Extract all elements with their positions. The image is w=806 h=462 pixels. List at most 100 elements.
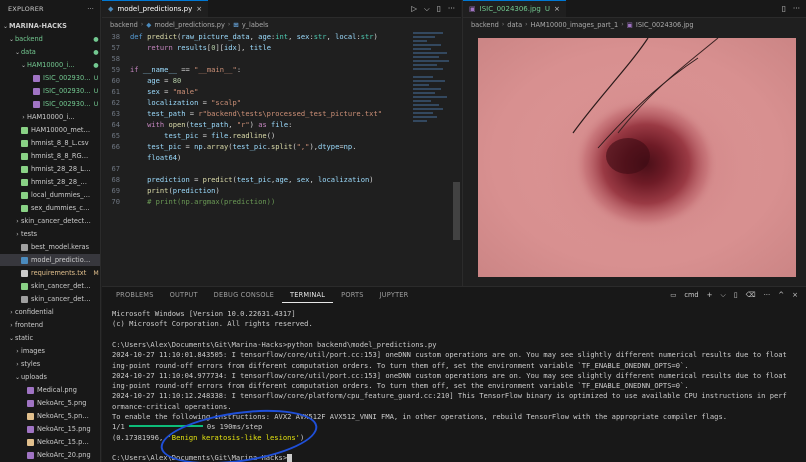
- editor-actions: ▷ ⌵ ▯ ···: [411, 0, 461, 17]
- minimap-line: [413, 48, 431, 50]
- close-panel-icon[interactable]: ×: [792, 291, 798, 299]
- shell-name[interactable]: cmd: [684, 291, 698, 299]
- file-item[interactable]: local_dummies_col...: [0, 189, 100, 201]
- file-item[interactable]: hmnist_8_8_L.csv: [0, 137, 100, 149]
- breadcrumb-item[interactable]: y_labels: [242, 21, 269, 29]
- folder-item[interactable]: ⌄ static: [0, 332, 100, 344]
- file-item[interactable]: ISIC_002930... U: [0, 98, 100, 110]
- tab-problems[interactable]: PROBLEMS: [108, 287, 162, 303]
- file-item[interactable]: hmnist_28_28_RGB...: [0, 176, 100, 188]
- folder-item[interactable]: ⌄ HAM10000_i... ●: [0, 59, 100, 71]
- split-editor-icon[interactable]: ▯: [782, 4, 786, 13]
- file-item[interactable]: model_predictions.py: [0, 254, 100, 266]
- file-item[interactable]: NekoArc_5.png: [0, 397, 100, 409]
- file-item[interactable]: NekoArc_15.png_...: [0, 436, 100, 448]
- more-actions-icon[interactable]: ···: [764, 291, 771, 299]
- code-area[interactable]: 38 def predict(raw_picture_data, age:int,…: [102, 31, 402, 286]
- terminal-output[interactable]: Microsoft Windows [Version 10.0.22631.43…: [102, 303, 806, 462]
- file-item[interactable]: skin_cancer_detectio...: [0, 280, 100, 292]
- chevron-right-icon: ›: [621, 21, 624, 28]
- breadcrumb-item[interactable]: backend: [471, 21, 499, 29]
- tree-item-label: NekoArc_20.png: [37, 451, 91, 459]
- file-item[interactable]: hmnist_28_28_L.csv: [0, 163, 100, 175]
- tree-item-label: hmnist_28_28_RGB...: [31, 178, 91, 186]
- lesion-image: [478, 38, 796, 277]
- chevron-right-icon: ›: [10, 321, 13, 329]
- tab-isic-image[interactable]: ▣ ISIC_0024306.jpg U ×: [463, 0, 566, 17]
- minimap-line: [413, 36, 435, 38]
- more-actions-icon[interactable]: ···: [793, 4, 800, 13]
- tree-item-label: ISIC_002930...: [43, 100, 91, 108]
- file-item[interactable]: Medical.png: [0, 384, 100, 396]
- terminal-dropdown-icon[interactable]: ⌵: [720, 291, 725, 300]
- tree-item-label: ISIC_002930...: [43, 74, 91, 82]
- file-item[interactable]: NekoArc_5.png_m...: [0, 410, 100, 422]
- run-dropdown-icon[interactable]: ⌵: [424, 4, 430, 14]
- tab-ports[interactable]: PORTS: [333, 287, 371, 303]
- tree-item-label: hmnist_28_28_L.csv: [31, 165, 91, 173]
- file-icon: [27, 425, 34, 433]
- file-item[interactable]: HAM10000_metad...: [0, 124, 100, 136]
- tree-item-label: HAM10000_i...: [27, 61, 75, 69]
- file-item[interactable]: sex_dummies_colu...: [0, 202, 100, 214]
- breadcrumb-item[interactable]: backend: [110, 21, 138, 29]
- tab-terminal[interactable]: TERMINAL: [282, 287, 334, 303]
- tab-debug-console[interactable]: DEBUG CONSOLE: [206, 287, 282, 303]
- folder-item[interactable]: › styles: [0, 358, 100, 370]
- file-item[interactable]: hmnist_8_8_RGB.csv: [0, 150, 100, 162]
- folder-item[interactable]: › images: [0, 345, 100, 357]
- file-item[interactable]: NekoArc_20.png: [0, 449, 100, 461]
- folder-item[interactable]: ⌄ uploads: [0, 371, 100, 383]
- progress-line: 1/1 0s 190ms/step: [112, 422, 262, 432]
- folder-item[interactable]: ⌄ MARINA-HACKS: [0, 20, 100, 32]
- run-icon[interactable]: ▷: [411, 4, 417, 13]
- tree-item-label: static: [15, 334, 34, 342]
- folder-item[interactable]: ⌄ data ●: [0, 46, 100, 58]
- trash-icon[interactable]: ⌫: [746, 291, 756, 299]
- minimap-line: [413, 80, 445, 82]
- minimap[interactable]: [413, 32, 451, 142]
- image-editor-group: ▣ ISIC_0024306.jpg U × ▯ ··· backend › d…: [462, 0, 806, 286]
- close-icon[interactable]: ×: [554, 5, 560, 13]
- tree-item-label: confidential: [15, 308, 54, 316]
- file-item[interactable]: ISIC_002930... U: [0, 85, 100, 97]
- terminal-line: ing-point round-off errors from differen…: [112, 360, 689, 370]
- breadcrumb-item[interactable]: model_predictions.py: [154, 21, 225, 29]
- minimap-line: [413, 108, 443, 110]
- folder-item[interactable]: › frontend: [0, 319, 100, 331]
- file-item[interactable]: best_model.keras: [0, 241, 100, 253]
- file-icon: [27, 399, 34, 407]
- maximize-panel-icon[interactable]: ^: [778, 291, 784, 299]
- tab-output[interactable]: OUTPUT: [162, 287, 206, 303]
- file-item[interactable]: NekoArc_15.png: [0, 423, 100, 435]
- terminal-prompt[interactable]: C:\Users\Alex\Documents\Git\Marina-Hacks…: [112, 453, 293, 462]
- line-number: 66: [111, 142, 120, 151]
- file-item[interactable]: skin_cancer_detectio...: [0, 293, 100, 305]
- split-editor-icon[interactable]: ▯: [437, 4, 441, 13]
- python-file-icon: ◆: [146, 20, 152, 29]
- breadcrumb-item[interactable]: data: [507, 21, 522, 29]
- code-line: 62 localization = "scalp": [102, 97, 241, 108]
- line-number: 70: [111, 197, 120, 206]
- tab-jupyter[interactable]: JUPYTER: [372, 287, 417, 303]
- minimap-line: [413, 40, 427, 42]
- file-item[interactable]: requirements.txt M: [0, 267, 100, 279]
- folder-item[interactable]: ⌄ backend ●: [0, 33, 100, 45]
- panel-actions: ▭ cmd + ⌵ ▯ ⌫ ··· ^ ×: [670, 291, 806, 300]
- ellipsis-icon[interactable]: ···: [87, 5, 94, 13]
- folder-item[interactable]: › tests: [0, 228, 100, 240]
- scrollbar-thumb[interactable]: [453, 182, 460, 240]
- folder-item[interactable]: › HAM10000_i...: [0, 111, 100, 123]
- file-item[interactable]: ISIC_002930... U: [0, 72, 100, 84]
- new-terminal-icon[interactable]: +: [707, 291, 713, 299]
- more-actions-icon[interactable]: ···: [448, 4, 455, 13]
- editor-scrollbar[interactable]: [452, 32, 461, 286]
- folder-item[interactable]: › skin_cancer_detectio...: [0, 215, 100, 227]
- breadcrumb-item[interactable]: ISIC_0024306.jpg: [636, 21, 694, 29]
- line-number: 65: [111, 131, 120, 140]
- tab-model-predictions[interactable]: ◆ model_predictions.py ×: [102, 0, 209, 17]
- breadcrumb-item[interactable]: HAM10000_images_part_1: [531, 21, 619, 29]
- folder-item[interactable]: › confidential: [0, 306, 100, 318]
- close-icon[interactable]: ×: [196, 5, 202, 13]
- split-terminal-icon[interactable]: ▯: [734, 291, 738, 299]
